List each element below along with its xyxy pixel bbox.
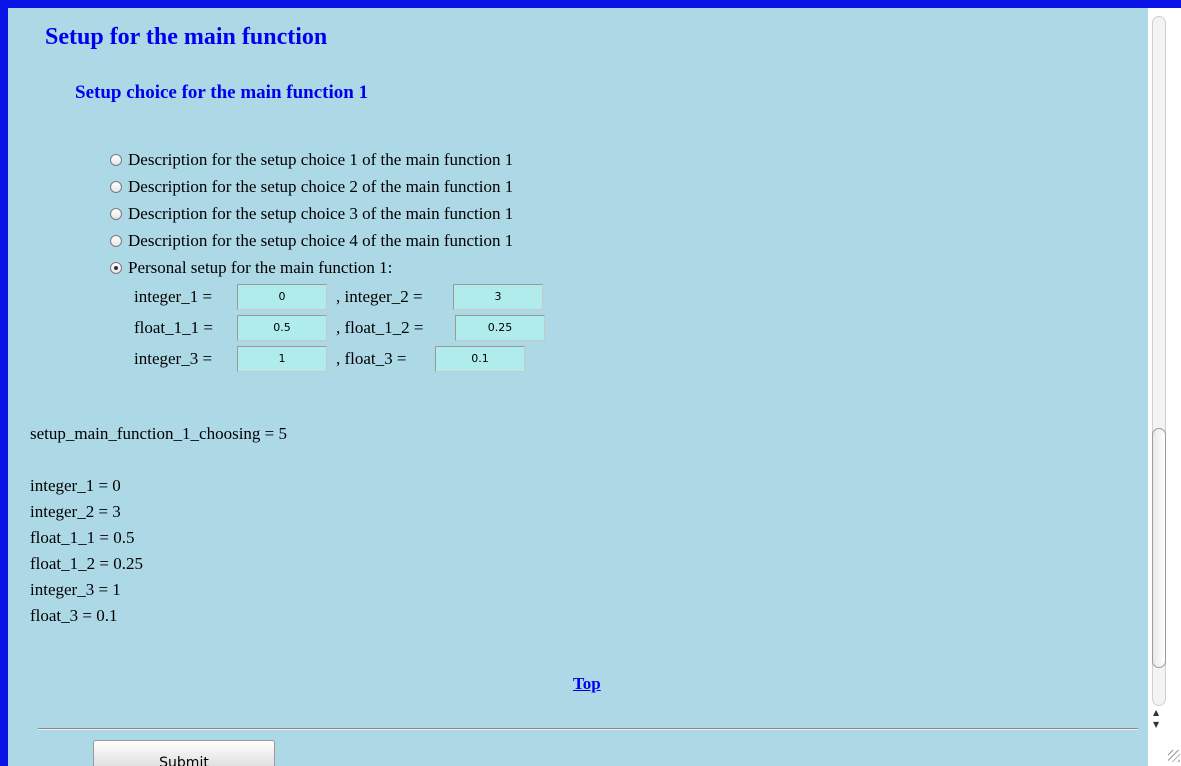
choice-label: Description for the setup choice 3 of th… (128, 204, 514, 223)
choice-label: Description for the setup choice 2 of th… (128, 177, 514, 196)
output-line: float_3 = 0.1 (30, 606, 118, 625)
output-line: integer_3 = 1 (30, 580, 121, 599)
radio-button[interactable] (110, 235, 122, 247)
resize-grip-icon[interactable] (1168, 750, 1180, 762)
scrollbar-thumb[interactable] (1152, 428, 1166, 668)
float-1-1-input[interactable]: 0.5 (237, 315, 327, 341)
scroll-down-arrow-icon[interactable]: ▼ (1153, 720, 1159, 729)
radio-button[interactable] (110, 208, 122, 220)
setup-choice-2[interactable]: Description for the setup choice 2 of th… (110, 177, 513, 197)
integer-3-input[interactable]: 1 (237, 346, 327, 372)
float-3-input[interactable]: 0.1 (435, 346, 525, 372)
scroll-up-arrow-icon[interactable]: ▲ (1153, 708, 1159, 717)
side-gutter (8, 8, 30, 766)
setup-choice-4[interactable]: Description for the setup choice 4 of th… (110, 231, 513, 251)
integer-1-label: integer_1 = (134, 287, 213, 306)
integer-3-label: integer_3 = (134, 349, 213, 368)
output-line: integer_1 = 0 (30, 476, 121, 495)
float-1-2-label: , float_1_2 = (336, 318, 424, 337)
output-line: float_1_2 = 0.25 (30, 554, 143, 573)
radio-button[interactable] (110, 154, 122, 166)
float-1-2-input[interactable]: 0.25 (455, 315, 545, 341)
setup-choice-personal[interactable]: Personal setup for the main function 1: (110, 258, 392, 278)
integer-1-input[interactable]: 0 (237, 284, 327, 310)
choice-label: Personal setup for the main function 1: (128, 258, 393, 277)
page-frame: Setup for the main function Setup choice… (8, 8, 1181, 766)
horizontal-divider (38, 728, 1138, 730)
section-title: Setup choice for the main function 1 (75, 82, 369, 103)
integer-2-label: , integer_2 = (336, 287, 423, 306)
top-link[interactable]: Top (573, 674, 601, 694)
radio-button-selected[interactable] (110, 262, 122, 274)
choice-label: Description for the setup choice 4 of th… (128, 231, 514, 250)
output-line: integer_2 = 3 (30, 502, 121, 521)
setup-choice-3[interactable]: Description for the setup choice 3 of th… (110, 204, 513, 224)
choice-label: Description for the setup choice 1 of th… (128, 150, 514, 169)
output-line: float_1_1 = 0.5 (30, 528, 135, 547)
vertical-scrollbar[interactable]: ▲ ▼ (1148, 8, 1181, 766)
page-title: Setup for the main function (45, 24, 328, 50)
integer-2-input[interactable]: 3 (453, 284, 543, 310)
content-panel: Setup for the main function Setup choice… (30, 8, 1148, 766)
setup-choice-1[interactable]: Description for the setup choice 1 of th… (110, 150, 513, 170)
submit-button[interactable]: Submit (93, 740, 275, 766)
radio-button[interactable] (110, 181, 122, 193)
float-1-1-label: float_1_1 = (134, 318, 213, 337)
choosing-output: setup_main_function_1_choosing = 5 (30, 424, 288, 443)
float-3-label: , float_3 = (336, 349, 407, 368)
